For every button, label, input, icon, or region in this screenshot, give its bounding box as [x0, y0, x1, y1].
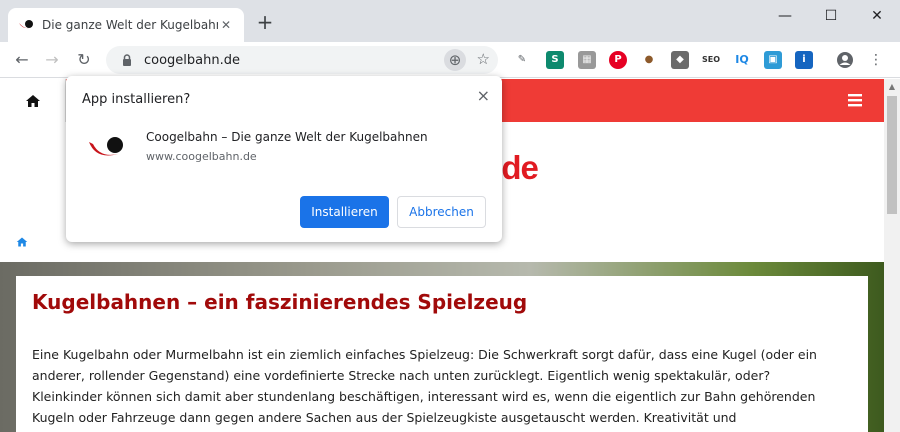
iq-icon[interactable]: IQ: [733, 51, 751, 69]
install-app-icon[interactable]: ⊕: [444, 49, 466, 71]
app-url: www.coogelbahn.de: [146, 150, 257, 163]
dialog-title: App installieren?: [82, 92, 191, 107]
bookmark-star-icon[interactable]: ☆: [477, 50, 490, 68]
tab-close-icon[interactable]: ✕: [218, 18, 234, 32]
menu-dots-icon[interactable]: ⋮: [866, 50, 886, 70]
article-content: Kugelbahnen – ein faszinierendes Spielze…: [16, 276, 868, 432]
maximize-button[interactable]: ☐: [808, 0, 854, 32]
app-logo-icon: [89, 137, 123, 156]
forward-arrow-icon[interactable]: →: [42, 50, 62, 70]
seo-icon[interactable]: SEO: [700, 51, 722, 69]
tab-title: Die ganze Welt der Kugelbahnen: [42, 18, 218, 32]
second-paragraph: Kleinkinder können sich damit aber stund…: [32, 389, 816, 432]
page-headline: Kugelbahnen – ein faszinierendes Spielze…: [32, 290, 528, 314]
intro-paragraph: Eine Kugelbahn oder Murmelbahn ist ein z…: [32, 347, 817, 383]
browser-toolbar: ← → ↻ coogelbahn.de ⊕ ☆ ✎ S ▦ P ● ◆ SEO …: [0, 42, 900, 78]
pinterest-icon[interactable]: P: [609, 51, 627, 69]
scroll-up-arrow-icon[interactable]: ▲: [884, 79, 900, 95]
home-button[interactable]: [0, 79, 66, 122]
dialog-close-icon[interactable]: ×: [477, 86, 490, 105]
hamburger-menu-icon[interactable]: [848, 93, 862, 107]
home-icon: [25, 94, 40, 107]
coogelbahn-favicon-icon: [19, 20, 33, 29]
scrollbar-thumb[interactable]: [887, 96, 897, 214]
minimize-button[interactable]: —: [762, 0, 808, 32]
browser-tab[interactable]: Die ganze Welt der Kugelbahnen ✕: [8, 8, 244, 42]
install-button[interactable]: Installieren: [300, 196, 389, 228]
close-window-button[interactable]: ✕: [854, 0, 900, 32]
cookie-icon[interactable]: ●: [640, 51, 658, 69]
lock-icon: [123, 54, 131, 66]
brush-icon[interactable]: ✎: [513, 51, 531, 69]
qr-icon[interactable]: ▦: [578, 51, 596, 69]
new-tab-button[interactable]: +: [254, 12, 276, 34]
address-bar[interactable]: coogelbahn.de ⊕ ☆: [106, 46, 498, 74]
sistrix-icon[interactable]: S: [546, 51, 564, 69]
title-bar: Die ganze Welt der Kugelbahnen ✕ + — ☐ ✕: [0, 0, 900, 42]
install-app-dialog: App installieren? × Coogelbahn – Die gan…: [66, 76, 502, 242]
tag-icon[interactable]: ◆: [671, 51, 689, 69]
app-name: Coogelbahn – Die ganze Welt der Kugelbah…: [146, 130, 428, 144]
profile-avatar-icon[interactable]: [836, 51, 854, 69]
url-text: coogelbahn.de: [144, 52, 240, 68]
image-icon[interactable]: ▣: [764, 51, 782, 69]
back-arrow-icon[interactable]: ←: [12, 50, 32, 70]
info-icon[interactable]: i: [795, 51, 813, 69]
vertical-scrollbar[interactable]: ▲: [884, 79, 900, 432]
reload-icon[interactable]: ↻: [74, 50, 94, 70]
breadcrumb-home-icon[interactable]: [16, 236, 28, 248]
cancel-button[interactable]: Abbrechen: [397, 196, 486, 228]
